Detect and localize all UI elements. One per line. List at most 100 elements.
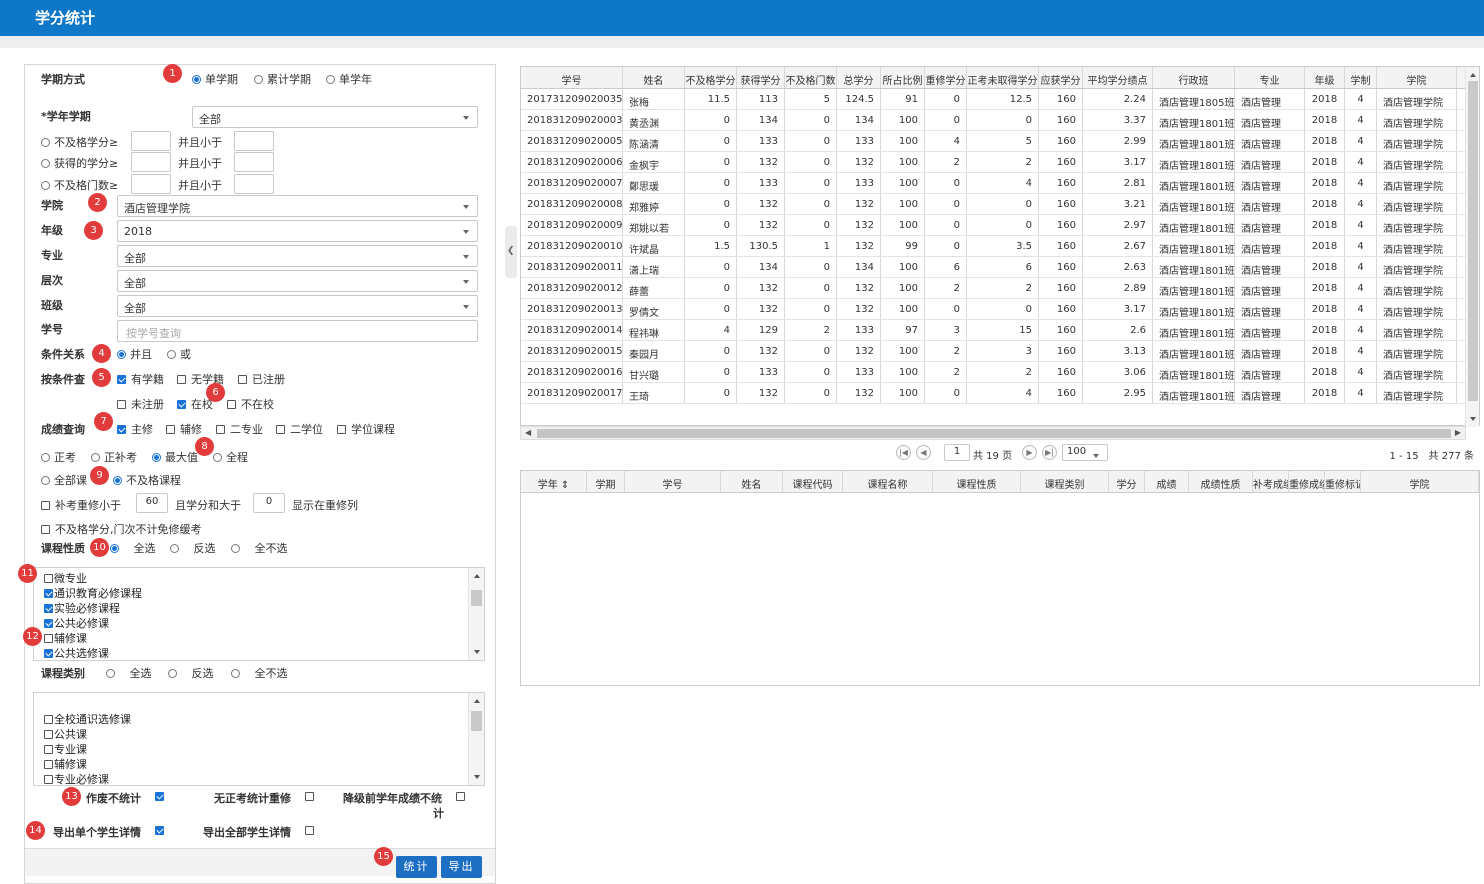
column-header[interactable]: 所占比例 xyxy=(881,67,925,88)
scope-all-courses[interactable]: 全部课 xyxy=(41,472,87,488)
export-one-checkbox[interactable] xyxy=(155,824,169,837)
list-item[interactable]: 通识教育必修课程 xyxy=(44,585,142,601)
column-header[interactable]: 姓名 xyxy=(623,67,685,88)
score-degree-course[interactable]: 学位课程 xyxy=(337,421,395,437)
column-header[interactable]: 重修学分 xyxy=(925,67,967,88)
column-header[interactable]: 年级 xyxy=(1305,67,1345,88)
term-mode-year[interactable]: 单学年 xyxy=(326,71,372,87)
void-checkbox[interactable] xyxy=(155,790,169,803)
table-row[interactable]: 201831209020006 金枫宇 0 132 0 132 100 2 2 160 3.17 酒店… xyxy=(521,152,1467,173)
stat-button[interactable]: 统计 xyxy=(396,856,437,878)
column-header[interactable]: 成绩性质 xyxy=(1189,471,1253,492)
score-major[interactable]: 主修 xyxy=(117,421,153,437)
table-row[interactable]: 201831209020015 秦园月 0 132 0 132 100 2 3 160 3.13 酒店… xyxy=(521,341,1467,362)
earned-credit-max[interactable] xyxy=(234,152,274,172)
column-header[interactable]: 学年 ⇕ xyxy=(521,471,587,492)
column-header[interactable]: 课程类别 xyxy=(1021,471,1109,492)
table-row[interactable]: 201831209020011 潇上瑞 0 134 0 134 100 6 6 160 2.63 酒店… xyxy=(521,257,1467,278)
term-mode-cumulative[interactable]: 累计学期 xyxy=(254,71,311,87)
column-header[interactable]: 课程性质 xyxy=(933,471,1021,492)
table-row[interactable]: 201831209020010 许斌晶 1.5 130.5 1 132 99 0 3.5 160 2… xyxy=(521,236,1467,257)
column-header[interactable]: 补考成绩 xyxy=(1253,471,1289,492)
list-scrollbar[interactable] xyxy=(468,568,484,660)
column-header[interactable]: 不及格学分 xyxy=(685,67,737,88)
column-header[interactable]: 学院 xyxy=(1361,471,1479,492)
first-page-icon[interactable]: |◀ xyxy=(896,445,911,460)
list-item[interactable]: 微专业 xyxy=(44,570,87,586)
table-vscroll[interactable] xyxy=(1465,67,1479,427)
export-button[interactable]: 导出 xyxy=(441,856,482,878)
column-header[interactable]: 专业 xyxy=(1235,67,1305,88)
retake-credit-input[interactable]: 0 xyxy=(253,493,285,513)
nature-select-all[interactable]: 全选 xyxy=(110,540,156,556)
score-second-degree[interactable]: 二学位 xyxy=(276,421,323,437)
fail-credit-min[interactable] xyxy=(131,131,171,151)
filter-out-school[interactable]: 不在校 xyxy=(227,396,274,412)
table-row[interactable]: 201831209020016 甘兴璐 0 133 0 133 100 2 2 160 3.06 酒店… xyxy=(521,362,1467,383)
term-mode-single[interactable]: 单学期 xyxy=(192,71,238,87)
column-header[interactable]: 应获学分 xyxy=(1039,67,1083,88)
condition-and[interactable]: 并且 xyxy=(117,346,152,362)
fail-credit-max[interactable] xyxy=(234,131,274,151)
table-row[interactable]: 201831209020009 郑姚以若 0 132 0 132 100 0 0 160 2.97 酒… xyxy=(521,215,1467,236)
column-header[interactable]: 重修成绩 xyxy=(1289,471,1325,492)
filter-unregistered[interactable]: 未注册 xyxy=(117,396,164,412)
list-item[interactable]: 专业必修课 xyxy=(44,771,109,785)
table-row[interactable]: 201731209020035 张梅 11.5 113 5 124.5 91 0 12.5 160… xyxy=(521,89,1467,110)
fail-count-option[interactable]: 不及格门数≥ xyxy=(41,177,118,193)
list-item[interactable]: 专业课 xyxy=(44,741,87,757)
table-row[interactable]: 201831209020013 罗倩文 0 132 0 132 100 0 0 160 3.17 酒店… xyxy=(521,299,1467,320)
grade-select[interactable]: 2018 xyxy=(117,220,478,242)
exam-all[interactable]: 全程 xyxy=(213,449,248,465)
scope-failed-courses[interactable]: 不及格课程 xyxy=(113,472,181,488)
column-header[interactable]: 正考未取得学分 xyxy=(967,67,1039,88)
column-header[interactable]: 学院 xyxy=(1377,67,1457,88)
page-size-select[interactable]: 100 xyxy=(1062,444,1108,461)
table-row[interactable]: 201831209020012 薛蕾 0 132 0 132 100 2 2 160 2.89 酒店管… xyxy=(521,278,1467,299)
list-item[interactable]: 辅修课 xyxy=(44,756,87,772)
column-header[interactable]: 姓名 xyxy=(721,471,783,492)
column-header[interactable]: 平均学分绩点 xyxy=(1083,67,1153,88)
table-row[interactable]: 201831209020014 程祎琳 4 129 2 133 97 3 15 160 2.6 酒店管… xyxy=(521,320,1467,341)
table-row[interactable]: 201831209020007 鄭思瑗 0 133 0 133 100 0 4 160 2.81 酒店… xyxy=(521,173,1467,194)
exam-max[interactable]: 最大值 xyxy=(152,449,198,465)
column-header[interactable]: 重修标记 xyxy=(1325,471,1361,492)
column-header[interactable]: 学期 xyxy=(587,471,625,492)
column-header[interactable]: 总学分 xyxy=(837,67,881,88)
exclude-checkbox[interactable]: 不及格学分,门次不计免修缓考 xyxy=(41,521,202,537)
table-row[interactable]: 201831209020017 王琦 0 132 0 132 100 0 4 160 2.95 酒店管… xyxy=(521,383,1467,404)
nature-invert[interactable]: 反选 xyxy=(170,540,216,556)
page-input[interactable]: 1 xyxy=(944,444,970,461)
list-item[interactable]: 辅修课 xyxy=(44,630,87,646)
fail-count-min[interactable] xyxy=(131,174,171,194)
retake-checkbox[interactable]: 补考重修小于 xyxy=(41,497,121,513)
list-item[interactable]: 公共必修课 xyxy=(44,615,109,631)
column-header[interactable]: 成绩 xyxy=(1145,471,1189,492)
score-minor[interactable]: 辅修 xyxy=(166,421,202,437)
fail-count-max[interactable] xyxy=(234,174,274,194)
list-item[interactable]: 公共选修课 xyxy=(44,645,109,660)
student-id-input[interactable]: 按学号查询 xyxy=(117,320,478,342)
column-header[interactable]: 不及格门数 xyxy=(785,67,837,88)
earned-credit-option[interactable]: 获得的学分≥ xyxy=(41,155,118,171)
column-header[interactable]: 行政班 xyxy=(1153,67,1235,88)
no-exam-checkbox[interactable] xyxy=(305,790,319,803)
score-second-major[interactable]: 二专业 xyxy=(216,421,263,437)
list-item[interactable]: 实验必修课程 xyxy=(44,600,120,616)
major-select[interactable]: 全部 xyxy=(117,245,478,267)
college-select[interactable]: 酒店管理学院 xyxy=(117,195,478,217)
course-nature-list[interactable]: 微专业 通识教育必修课程 实验必修课程 公共必修课 辅修课 公共选修课 xyxy=(33,567,485,661)
exam-makeup[interactable]: 正补考 xyxy=(91,449,137,465)
table-row[interactable]: 201831209020008 郑雅婷 0 132 0 132 100 0 0 160 3.21 酒店… xyxy=(521,194,1467,215)
next-page-icon[interactable]: ▶ xyxy=(1022,445,1037,460)
column-header[interactable]: 获得学分 xyxy=(737,67,785,88)
list-item[interactable]: 全校通识选修课 xyxy=(44,711,131,727)
column-header[interactable]: 课程名称 xyxy=(843,471,933,492)
last-page-icon[interactable]: ▶| xyxy=(1042,445,1057,460)
category-select-all[interactable]: 全选 xyxy=(106,665,152,681)
term-select[interactable]: 全部 xyxy=(192,106,478,128)
category-select-none[interactable]: 全不选 xyxy=(231,665,288,681)
export-all-checkbox[interactable] xyxy=(305,824,319,837)
column-header[interactable]: 学号 xyxy=(521,67,623,88)
table-row[interactable]: 201831209020003 黄丞渊 0 134 0 134 100 0 0 160 3.37 酒店… xyxy=(521,110,1467,131)
